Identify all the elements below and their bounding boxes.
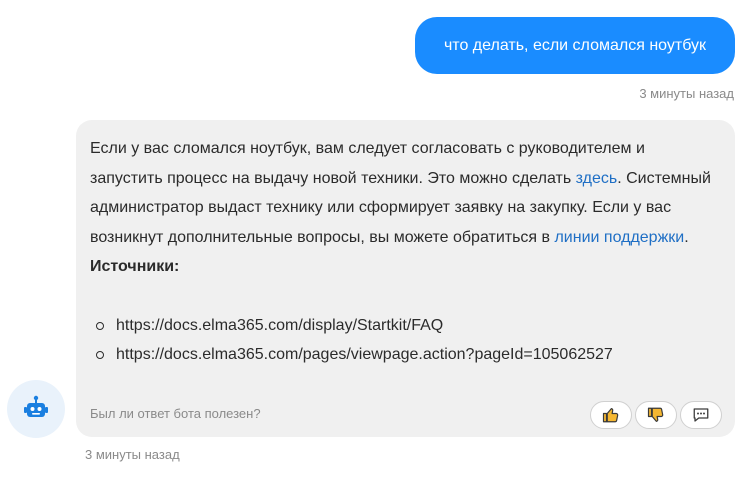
bullet-icon bbox=[96, 321, 104, 330]
bullet-icon bbox=[96, 350, 104, 359]
here-link[interactable]: здесь bbox=[576, 170, 618, 187]
sources-title: Источники: bbox=[90, 258, 180, 275]
source-item: https://docs.elma365.com/display/Startki… bbox=[90, 311, 720, 340]
user-message-timestamp: 3 минуты назад bbox=[639, 86, 734, 101]
user-message-bubble: что делать, если сломался ноутбук bbox=[415, 17, 735, 74]
bot-message-bubble: Если у вас сломался ноутбук, вам следует… bbox=[76, 120, 735, 437]
feedback-question: Был ли ответ бота полезен? bbox=[90, 406, 261, 421]
bot-answer-paragraph: Если у вас сломался ноутбук, вам следует… bbox=[90, 134, 720, 252]
source-url[interactable]: https://docs.elma365.com/pages/viewpage.… bbox=[116, 346, 613, 363]
bot-avatar bbox=[7, 380, 65, 438]
bot-message-body: Если у вас сломался ноутбук, вам следует… bbox=[90, 134, 720, 369]
like-button[interactable] bbox=[590, 401, 632, 429]
source-item: https://docs.elma365.com/pages/viewpage.… bbox=[90, 340, 720, 369]
support-line-link[interactable]: линии поддержки bbox=[554, 229, 684, 246]
dislike-button[interactable] bbox=[635, 401, 677, 429]
answer-text-3: . bbox=[684, 228, 689, 246]
comment-button[interactable] bbox=[680, 401, 722, 429]
answer-text-1: Если у вас сломался ноутбук, вам следует… bbox=[90, 140, 645, 187]
robot-icon bbox=[24, 395, 48, 417]
bot-message-timestamp: 3 минуты назад bbox=[85, 447, 180, 462]
thumbs-up-icon bbox=[602, 408, 619, 423]
sources-list: https://docs.elma365.com/display/Startki… bbox=[90, 311, 720, 369]
source-url[interactable]: https://docs.elma365.com/display/Startki… bbox=[116, 317, 443, 334]
user-message-text: что делать, если сломался ноутбук bbox=[443, 36, 707, 54]
comment-icon bbox=[693, 408, 709, 422]
thumbs-down-icon bbox=[647, 407, 664, 422]
